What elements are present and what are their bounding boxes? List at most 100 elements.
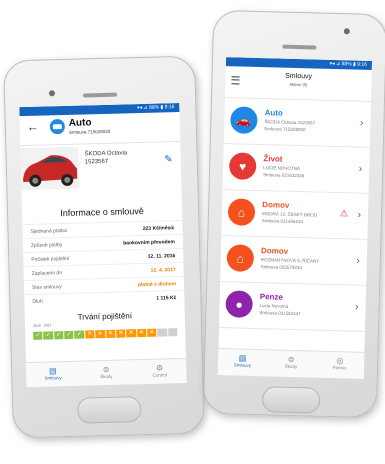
contract-type: Život <box>263 154 283 164</box>
tab-car-crash[interactable]: ⊜ Škody <box>79 360 133 385</box>
paid-month: ✓ <box>43 331 54 340</box>
year-start: 2016 <box>32 323 41 328</box>
info-label: Způsob platby <box>30 241 63 249</box>
tab-document[interactable]: ▤ Smlouvy <box>26 362 80 387</box>
car-photo <box>20 146 80 191</box>
house-icon: ⌂ <box>227 198 256 226</box>
speaker-grille <box>82 92 118 98</box>
contract-row[interactable]: 🚗 Auto ŠKODA Octavia 1523567 Smlouva 715028… <box>223 98 371 148</box>
unpaid-month: ✕ <box>116 329 126 338</box>
contract-type: Penze <box>259 292 284 302</box>
vehicle-plate: 1523567 <box>84 158 109 166</box>
unpaid-month: ✕ <box>147 328 157 337</box>
chevron-right-icon: › <box>356 255 360 267</box>
info-value: 1 115 Kč <box>156 294 177 302</box>
car-icon <box>49 118 66 135</box>
bottom-tab-bar: ▤ Smlouvy ⊜ Škody ◎ Pomoc <box>217 348 365 379</box>
tab-lifebuoy[interactable]: ◎ Pomoc <box>315 352 364 379</box>
active-count: Aktivní (5) <box>289 81 308 88</box>
tab-label: Škody <box>284 363 298 370</box>
tab-label: Smlouvy <box>233 362 252 368</box>
contract-subject: ROZMARÝNOVÁ 6, ŘÍČANY <box>260 257 320 264</box>
phone-list: ▾◂ ⊿ 88% ▮ 9:16 Smlouvy Aktivní (5) 🚗 Aut… <box>202 9 385 419</box>
vehicle-row: ŠKODA Octavia 1523567 ✎ <box>20 141 182 203</box>
camera-icon <box>343 28 350 35</box>
contract-type: Domov <box>260 246 289 256</box>
info-value: platná s dluhem <box>137 280 177 288</box>
year-next: 2017 <box>43 323 52 328</box>
house-icon: ⌂ <box>226 244 255 272</box>
info-title: Informace o smlouvě <box>60 205 144 219</box>
contract-subject: LUCIE NOVOTNÁ <box>263 165 301 172</box>
edit-icon[interactable]: ✎ <box>164 154 173 165</box>
unpaid-month: ✕ <box>136 328 147 338</box>
chevron-right-icon: › <box>355 301 359 313</box>
piggy-bank-icon: ● <box>225 290 253 318</box>
chevron-right-icon: › <box>357 209 362 221</box>
contract-type: Auto <box>264 108 283 118</box>
tab-label: Smlouvy <box>44 375 62 381</box>
status-bar: ▾◂ ⊿ 88% ▮ 9:16 <box>225 57 373 70</box>
bottom-tab-bar: ▤ Smlouvy ⊜ Škody ⚙ Control <box>25 357 187 388</box>
future-month <box>157 328 168 337</box>
tab-label: Pomoc <box>332 365 347 371</box>
tab-car-crash[interactable]: ⊜ Škody <box>266 350 315 377</box>
info-value: bankovním převodem <box>123 238 175 246</box>
contract-row[interactable]: ♥ Život LUCIE NOVOTNÁ Smlouva 021632345 › <box>222 144 370 194</box>
info-label: Stav smlouvy <box>31 283 62 291</box>
unpaid-month: ✕ <box>126 329 136 338</box>
home-button[interactable] <box>261 386 321 414</box>
list-screen: ▾◂ ⊿ 88% ▮ 9:16 Smlouvy Aktivní (5) 🚗 Aut… <box>217 57 373 379</box>
detail-header: ▾◂ ⊿ 88% ▮ 9:16 ← Auto Smlouva 715028030 <box>19 102 181 147</box>
contract-subject: ŠKODA Octavia 1523567 <box>264 119 316 126</box>
home-button[interactable] <box>76 396 142 424</box>
detail-screen: ▾◂ ⊿ 88% ▮ 9:16 ← Auto Smlouva 715028030… <box>19 102 187 388</box>
contract-row[interactable]: ⌂ Domov ROZMARÝNOVÁ 6, ŘÍČANY Smlouva 03357… <box>220 236 368 286</box>
info-label: Sjednaná platba <box>30 227 67 235</box>
chevron-right-icon: › <box>359 117 364 129</box>
contract-number: Smlouva 031456234 <box>261 218 304 225</box>
phone-detail: ▾◂ ⊿ 88% ▮ 9:16 ← Auto Smlouva 715028030… <box>3 55 205 439</box>
info-label: Počátek pojištění <box>31 255 70 263</box>
info-list: Sjednaná platba 223 Kč/měsíc Způsob platby… <box>22 219 185 309</box>
future-month <box>167 328 178 337</box>
contract-number: Smlouva 715028050 <box>264 126 306 133</box>
info-label: Dluh <box>32 298 43 305</box>
speaker-grille <box>282 44 317 50</box>
contract-type: Domov <box>262 200 290 210</box>
status-bar: ▾◂ ⊿ 88% ▮ 9:16 <box>19 102 180 117</box>
info-value: 12. 11. 2016 <box>147 252 176 260</box>
contract-number: Smlouva 715028030 <box>68 128 111 135</box>
tab-label: Škody <box>100 373 113 380</box>
tab-document[interactable]: ▤ Smlouvy <box>218 349 267 376</box>
info-label: Zaplaceno do <box>31 269 63 277</box>
contract-row[interactable]: ● Penze Lucie Novotná Smlouva 031562447 › <box>218 282 367 332</box>
chevron-right-icon: › <box>358 163 363 175</box>
duration-timeline: ✓ ✓ ✓ ✓ ✓ ✕ ✕ ✕ ✕ ✕ ✕ ✕ <box>33 328 178 340</box>
contract-subject: MODRÁ 12, ČESKÝ BROD <box>261 211 318 218</box>
unpaid-month: ✕ <box>84 330 95 339</box>
contract-number: Smlouva 031562447 <box>259 310 301 317</box>
warning-icon: ⚠ <box>339 208 349 219</box>
contract-subject: Lucie Novotná <box>259 303 289 309</box>
contract-number: Smlouva 021632345 <box>262 172 305 179</box>
paid-month: ✓ <box>53 331 64 340</box>
paid-month: ✓ <box>33 331 43 340</box>
unpaid-month: ✕ <box>95 330 105 339</box>
info-value: 12. 4. 2017 <box>150 266 176 274</box>
back-arrow-icon[interactable]: ← <box>27 120 39 134</box>
contract-row[interactable]: ⌂ Domov MODRÁ 12, ČESKÝ BROD Smlouva 031456… <box>221 190 369 240</box>
tab-gear[interactable]: ⚙ Control <box>133 359 187 384</box>
contracts-list: 🚗 Auto ŠKODA Octavia 1523567 Smlouva 715028… <box>218 98 371 332</box>
contract-number: Smlouva 033579234 <box>260 264 302 271</box>
info-row: Dluh 1 115 Kč <box>24 289 185 309</box>
info-value: 223 Kč/měsíc <box>142 224 175 232</box>
page-title: Auto <box>68 117 92 129</box>
tab-label: Control <box>152 372 168 378</box>
heart-icon: ♥ <box>228 152 257 180</box>
car-icon: 🚗 <box>230 106 258 134</box>
vehicle-text: ŠKODA Octavia 1523567 <box>84 149 127 166</box>
paid-month: ✓ <box>64 330 74 340</box>
list-header: ▾◂ ⊿ 88% ▮ 9:16 Smlouvy Aktivní (5) <box>225 57 373 102</box>
paid-month: ✓ <box>74 330 85 339</box>
